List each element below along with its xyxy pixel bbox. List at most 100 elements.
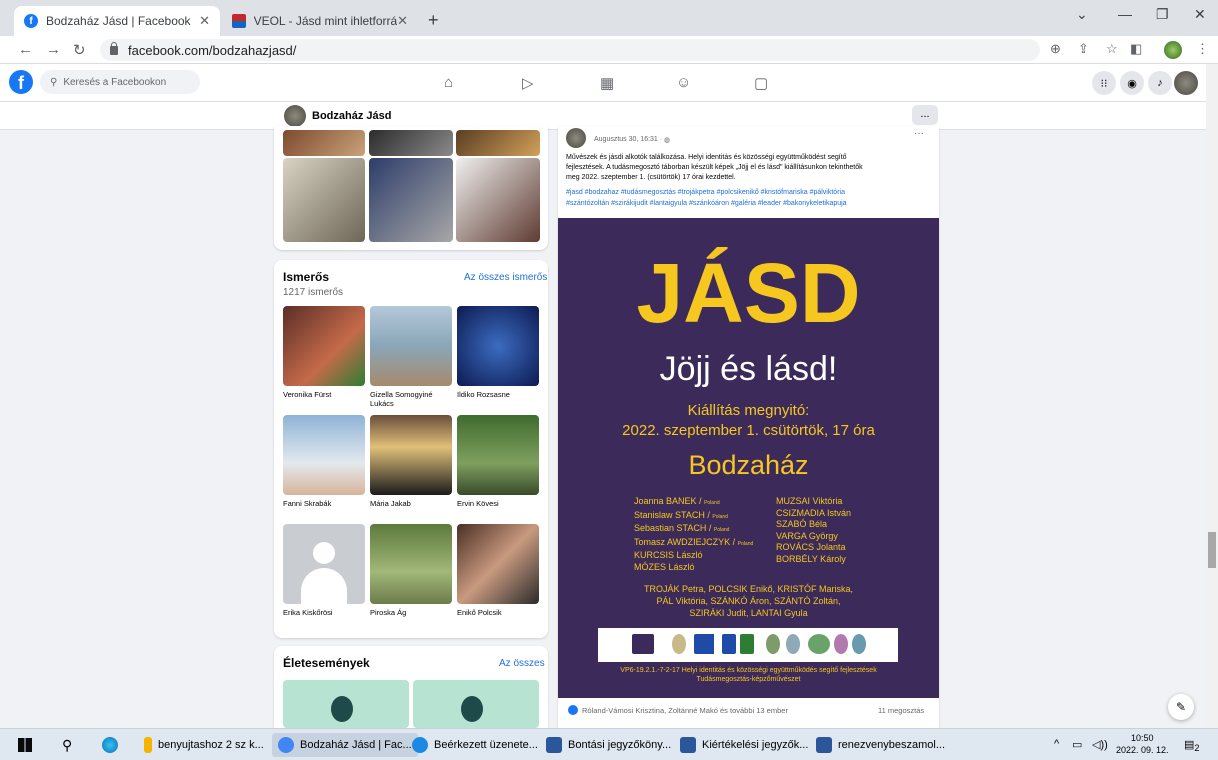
friend-photo[interactable] xyxy=(370,524,452,604)
post-author-avatar[interactable] xyxy=(566,128,586,148)
facebook-search-input[interactable]: ⚲ Keresés a Facebookon xyxy=(40,70,200,94)
friend-photo[interactable] xyxy=(283,306,365,386)
contributors-list: TROJÁK Petra, POLCSIK Enikő, KRISTÓF Mar… xyxy=(558,583,939,619)
search-icon[interactable]: ⚲ xyxy=(62,733,72,757)
friends-card: Ismerős 1217 ismerős Az összes ismerős V… xyxy=(274,260,548,638)
clock[interactable]: 10:50 2022. 09. 12. xyxy=(1116,732,1169,756)
scrollbar-thumb[interactable] xyxy=(1208,532,1216,568)
share-icon[interactable]: ⇪ xyxy=(1078,41,1089,57)
back-icon[interactable]: ← xyxy=(18,41,33,58)
poster-title: JÁSD xyxy=(636,246,861,340)
folder-icon xyxy=(144,737,152,753)
page-more-button[interactable]: ... xyxy=(912,105,938,125)
friend-photo[interactable] xyxy=(283,415,365,495)
reactions-summary[interactable]: Róland-Vámosi Krisztina, Zoltánné Makó é… xyxy=(582,706,788,715)
friend-name[interactable]: Mária Jakab xyxy=(370,499,411,508)
life-event-shape xyxy=(461,696,483,722)
taskbar-item-active[interactable]: Bodzaház Jásd | Fac... xyxy=(272,733,418,757)
groups-icon[interactable]: ☺ xyxy=(676,74,691,91)
page-name[interactable]: Bodzaház Jásd xyxy=(312,110,391,122)
friend-name[interactable]: Fanni Skrabák xyxy=(283,499,331,508)
profile-avatar[interactable] xyxy=(1164,41,1182,59)
photo-thumbnail[interactable] xyxy=(369,158,453,242)
word-icon xyxy=(816,737,832,753)
clock-date: 2022. 09. 12. xyxy=(1116,745,1169,755)
zoom-icon[interactable]: ⊕ xyxy=(1050,41,1061,57)
friend-photo[interactable] xyxy=(457,524,539,604)
friend-name[interactable]: Ildiko Rozsasne xyxy=(457,390,539,399)
close-tab-icon[interactable]: ✕ xyxy=(397,13,408,29)
watch-icon[interactable]: ▷ xyxy=(522,74,534,92)
friend-name[interactable]: Piroska Ág xyxy=(370,608,406,617)
marketplace-icon[interactable]: ▦ xyxy=(600,74,614,92)
shares-count[interactable]: 11 megosztás xyxy=(878,706,924,715)
gaming-icon[interactable]: ▢ xyxy=(754,74,768,92)
artist-name: Joanna BANEK / Poland xyxy=(634,496,720,506)
volume-icon[interactable]: ◁)) xyxy=(1092,738,1108,751)
window-close-icon[interactable]: ✕ xyxy=(1194,6,1206,23)
minimize-icon[interactable]: — xyxy=(1118,6,1132,22)
taskbar-item[interactable]: renezvenybeszamol... xyxy=(816,733,945,757)
post-options-button[interactable]: ··· xyxy=(914,128,924,139)
artist-name: Sebastian STACH / Poland xyxy=(634,523,730,533)
event-poster-image[interactable]: JÁSD Jöjj és lásd! Kiállítás megnyitó: 2… xyxy=(558,218,939,698)
life-event-image[interactable] xyxy=(283,680,409,728)
side-panel-icon[interactable]: ◧ xyxy=(1130,41,1142,57)
bookmark-star-icon[interactable]: ☆ xyxy=(1106,41,1118,57)
edge-browser-icon[interactable] xyxy=(102,733,124,757)
post-hashtags-line[interactable]: #jasd #bodzahaz #tudásmegosztás #trojákp… xyxy=(566,188,845,198)
artists-left-list: Joanna BANEK / Poland Stanislaw STACH / … xyxy=(634,496,753,573)
friend-photo[interactable] xyxy=(457,415,539,495)
facebook-logo-icon[interactable]: f xyxy=(9,70,33,94)
photo-thumbnail[interactable] xyxy=(456,158,540,242)
see-all-friends-link[interactable]: Az összes ismerős xyxy=(464,272,547,283)
notification-center-icon[interactable]: ▤2 xyxy=(1184,738,1200,753)
tab-search-chevron-icon[interactable]: ⌄ xyxy=(1076,6,1088,23)
default-avatar-photo[interactable] xyxy=(283,524,365,604)
friend-name[interactable]: Gizella Somogyiné Lukács xyxy=(370,390,452,408)
tab-veol[interactable]: VEOL - Jásd mint ihletforrás: egy ✕ xyxy=(222,6,418,36)
browser-menu-icon[interactable]: ⋮ xyxy=(1196,41,1209,57)
friend-photo[interactable] xyxy=(370,306,452,386)
restore-icon[interactable]: ❐ xyxy=(1156,6,1169,23)
friend-photo[interactable] xyxy=(457,306,539,386)
tray-chevron-icon[interactable]: ^ xyxy=(1054,738,1059,750)
taskbar-item[interactable]: Beérkezett üzenete... xyxy=(412,733,538,757)
taskbar-item[interactable]: Bontási jegyzőköny... xyxy=(546,733,671,757)
messenger-icon[interactable]: ◉ xyxy=(1120,71,1144,95)
post-timestamp[interactable]: Augusztus 30, 16:31 · xyxy=(594,136,662,143)
photo-thumbnail[interactable] xyxy=(456,130,540,156)
life-event-image[interactable] xyxy=(413,680,539,728)
new-tab-icon[interactable]: + xyxy=(428,10,439,31)
friend-name[interactable]: Ervin Kövesi xyxy=(457,499,499,508)
url-field[interactable]: facebook.com/bodzahazjasd/ xyxy=(100,39,1040,61)
friend-name[interactable]: Veronika Fürst xyxy=(283,390,365,399)
friend-name[interactable]: Erika Kiskőrösi xyxy=(283,608,333,617)
menu-grid-icon[interactable]: ⁝⁝ xyxy=(1092,71,1116,95)
photo-thumbnail[interactable] xyxy=(283,130,365,156)
new-message-compose-icon[interactable]: ✎ xyxy=(1168,694,1194,720)
friend-name[interactable]: Enikő Polcsik xyxy=(457,608,502,617)
account-avatar[interactable] xyxy=(1174,71,1198,95)
close-tab-icon[interactable]: ✕ xyxy=(199,13,210,29)
taskbar-item[interactable]: benyujtashoz 2 sz k... xyxy=(144,733,264,757)
network-icon[interactable]: ▭ xyxy=(1072,738,1082,751)
windows-logo-icon xyxy=(18,738,32,752)
tab-facebook[interactable]: f Bodzaház Jásd | Facebook ✕ xyxy=(14,6,220,36)
see-all-life-events-link[interactable]: Az összes xyxy=(499,658,545,669)
page-scrollbar[interactable] xyxy=(1206,64,1218,728)
forward-icon[interactable]: → xyxy=(46,41,61,58)
photo-thumbnail[interactable] xyxy=(369,130,453,156)
page-avatar[interactable] xyxy=(284,105,306,127)
reload-icon[interactable]: ↻ xyxy=(73,41,86,59)
post-hashtags-line[interactable]: #szántózoltán #szirákijudit #lantaigyula… xyxy=(566,199,847,209)
word-icon xyxy=(680,737,696,753)
taskbar-item[interactable]: Kiértékelési jegyzők... xyxy=(680,733,808,757)
start-button[interactable] xyxy=(18,733,32,757)
partner-logo xyxy=(834,634,848,654)
friend-photo[interactable] xyxy=(370,415,452,495)
home-icon[interactable]: ⌂ xyxy=(444,74,453,91)
poster-footer-line: VP6-19.2.1.-7-2-17 Helyi identitás és kö… xyxy=(620,667,877,674)
photo-thumbnail[interactable] xyxy=(283,158,365,242)
notifications-bell-icon[interactable]: ♪ xyxy=(1148,71,1172,95)
